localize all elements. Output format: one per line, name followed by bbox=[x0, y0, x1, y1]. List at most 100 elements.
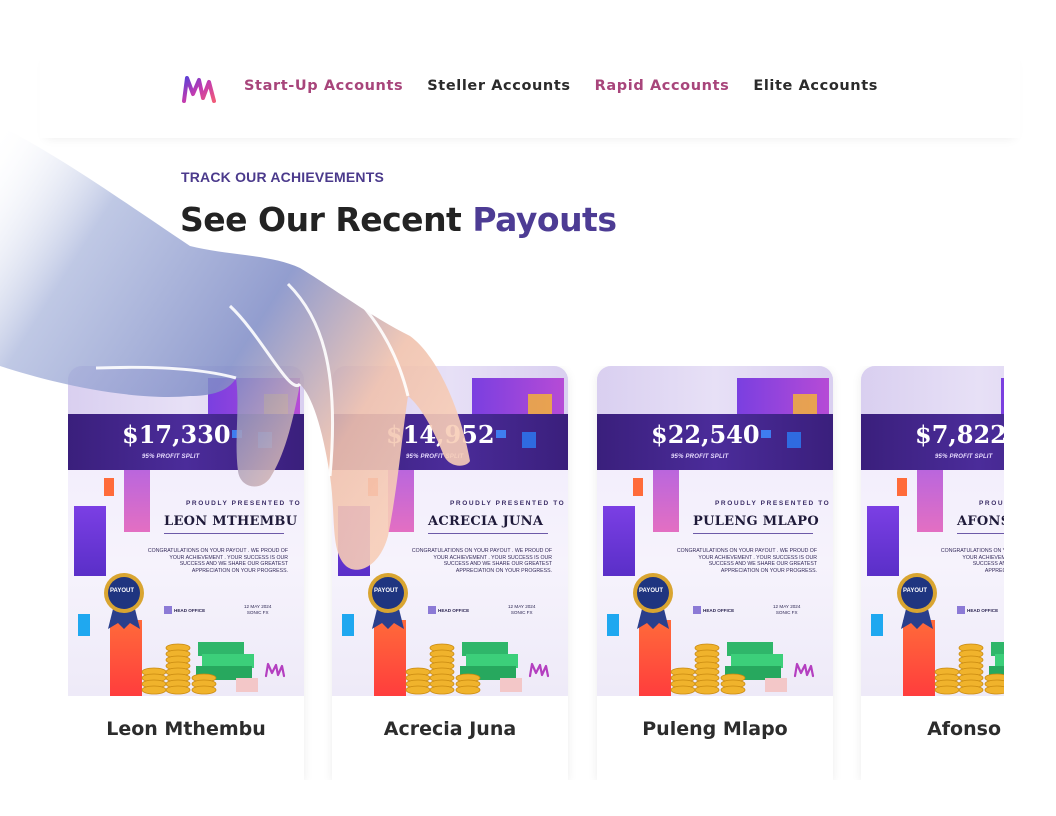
certificate-top-strip bbox=[861, 366, 1004, 414]
brand-logo-small-icon bbox=[793, 662, 815, 678]
payout-certified-badge-icon bbox=[104, 573, 144, 629]
certificate-deco-block bbox=[496, 430, 506, 438]
certificate-deco-block bbox=[368, 478, 378, 496]
certificate-deco-block bbox=[1001, 378, 1004, 414]
certificate-deco-block bbox=[164, 606, 172, 614]
nav-link-steller-accounts[interactable]: Steller Accounts bbox=[427, 78, 570, 94]
brand-logo-icon[interactable] bbox=[181, 74, 217, 104]
certificate-orange-bar bbox=[374, 620, 406, 696]
certificate-date: 12 MAY 2024 SONIC FX bbox=[244, 604, 271, 616]
certificate-date-sub: SONIC FX bbox=[775, 610, 798, 615]
certificate-deco-block bbox=[633, 478, 643, 496]
certificate-body-text: CONGRATULATIONS ON YOUR PAYOUT . WE PROU… bbox=[147, 548, 288, 574]
certificate-date-sub: SONIC FX bbox=[246, 610, 269, 615]
card-recipient-name: Acrecia Juna bbox=[383, 718, 517, 740]
coins-and-cash-illustration bbox=[934, 642, 1004, 695]
certificate-deco-block bbox=[388, 470, 414, 532]
brand-logo-small-icon bbox=[264, 662, 286, 678]
certificate-deco-block bbox=[787, 432, 801, 448]
certificate-deco-block bbox=[232, 430, 242, 438]
certificate-divider bbox=[428, 533, 548, 534]
certificate-profit-split: 95% PROFIT SPLIT bbox=[671, 454, 729, 460]
brand-logo-small-icon bbox=[528, 662, 550, 678]
certificate-profit-split: 95% PROFIT SPLIT bbox=[142, 454, 200, 460]
certificate-deco-block bbox=[871, 614, 883, 636]
certificate-deco-block bbox=[258, 432, 272, 448]
payout-certified-badge-icon bbox=[897, 573, 937, 629]
certificate-body-text: CONGRATULATIONS ON YOUR PAYOUT . WE PROU… bbox=[940, 548, 1004, 574]
nav-link-rapid-accounts[interactable]: Rapid Accounts bbox=[595, 78, 730, 94]
coins-and-cash-illustration bbox=[405, 642, 522, 695]
certificate-deco-block bbox=[603, 506, 635, 576]
payout-carousel[interactable]: $17,330 95% PROFIT SPLIT PROUDLY PRESENT… bbox=[68, 366, 1004, 780]
certificate-deco-block bbox=[653, 470, 679, 532]
certificate-signature-label: HEAD OFFICE bbox=[967, 608, 999, 613]
certificate-date-sub: SONIC FX bbox=[510, 610, 533, 615]
nav-links: Start-Up Accounts Steller Accounts Rapid… bbox=[244, 78, 878, 94]
title-plain: See Our Recent bbox=[180, 200, 473, 239]
badge-label: PAYOUT bbox=[639, 588, 664, 594]
certificate-presented-to: PROUDLY PRESENTED TO bbox=[979, 500, 1004, 507]
coins-and-cash-illustration bbox=[141, 642, 258, 695]
certificate-signature-label: HEAD OFFICE bbox=[174, 608, 206, 613]
certificate-deco-block bbox=[867, 506, 899, 576]
certificate-deco-block bbox=[78, 614, 90, 636]
certificate-recipient-name: PULENG MLAPO bbox=[693, 514, 819, 529]
certificate-amount: $17,330 bbox=[122, 420, 231, 449]
certificate-divider bbox=[693, 533, 813, 534]
certificate-deco-block bbox=[761, 430, 771, 438]
title-highlight: Payouts bbox=[472, 200, 617, 239]
certificate-deco-block bbox=[522, 432, 536, 448]
badge-label: PAYOUT bbox=[903, 588, 928, 594]
payout-certified-badge-icon bbox=[368, 573, 408, 629]
certificate-divider bbox=[164, 533, 284, 534]
certificate-recipient-name: AFONS bbox=[957, 514, 1004, 529]
payout-certificate-image: $22,540 95% PROFIT SPLIT PROUDLY PRESENT… bbox=[597, 366, 833, 696]
certificate-orange-bar bbox=[110, 620, 142, 696]
card-recipient-name: Afonso Pr bbox=[927, 718, 1004, 740]
certificate-body-text: CONGRATULATIONS ON YOUR PAYOUT . WE PROU… bbox=[676, 548, 817, 574]
nav-link-elite-accounts[interactable]: Elite Accounts bbox=[753, 78, 878, 94]
certificate-signature-label: HEAD OFFICE bbox=[703, 608, 735, 613]
section-title: See Our Recent Payouts bbox=[180, 200, 617, 239]
payout-certificate-image: $7,822 95% PROFIT SPLIT PROUDLY PRESENTE… bbox=[861, 366, 1004, 696]
payout-card[interactable]: $22,540 95% PROFIT SPLIT PROUDLY PRESENT… bbox=[597, 366, 833, 780]
certificate-deco-block bbox=[104, 478, 114, 496]
payout-card[interactable]: $17,330 95% PROFIT SPLIT PROUDLY PRESENT… bbox=[68, 366, 304, 780]
nav-link-startup-accounts[interactable]: Start-Up Accounts bbox=[244, 78, 403, 94]
certificate-recipient-name: LEON MTHEMBU bbox=[164, 514, 298, 529]
certificate-presented-to: PROUDLY PRESENTED TO bbox=[715, 500, 831, 507]
coins-and-cash-illustration bbox=[670, 642, 787, 695]
certificate-profit-split: 95% PROFIT SPLIT bbox=[935, 454, 993, 460]
certificate-presented-to: PROUDLY PRESENTED TO bbox=[450, 500, 566, 507]
payout-certificate-image: $14,952 95% PROFIT SPLIT PROUDLY PRESENT… bbox=[332, 366, 568, 696]
certificate-signature-label: HEAD OFFICE bbox=[438, 608, 470, 613]
payout-certified-badge-icon bbox=[633, 573, 673, 629]
payout-card[interactable]: $14,952 95% PROFIT SPLIT PROUDLY PRESENT… bbox=[332, 366, 568, 780]
certificate-recipient-name: ACRECIA JUNA bbox=[428, 514, 544, 529]
certificate-deco-block bbox=[917, 470, 943, 532]
certificate-amount: $22,540 bbox=[651, 420, 760, 449]
certificate-divider bbox=[957, 533, 1004, 534]
certificate-deco-block bbox=[124, 470, 150, 532]
certificate-body-text: CONGRATULATIONS ON YOUR PAYOUT . WE PROU… bbox=[411, 548, 552, 574]
certificate-date: 12 MAY 2024 SONIC FX bbox=[508, 604, 535, 616]
certificate-profit-split: 95% PROFIT SPLIT bbox=[406, 454, 464, 460]
certificate-amount: $7,822 bbox=[915, 420, 1004, 449]
certificate-deco-block bbox=[428, 606, 436, 614]
certificate-deco-block bbox=[338, 506, 370, 576]
certificate-presented-to: PROUDLY PRESENTED TO bbox=[186, 500, 302, 507]
certificate-date: 12 MAY 2024 SONIC FX bbox=[773, 604, 800, 616]
certificate-deco-block bbox=[74, 506, 106, 576]
top-navigation: Start-Up Accounts Steller Accounts Rapid… bbox=[40, 50, 1020, 138]
certificate-orange-bar bbox=[639, 620, 671, 696]
payout-card[interactable]: $7,822 95% PROFIT SPLIT PROUDLY PRESENTE… bbox=[861, 366, 1004, 780]
certificate-deco-block bbox=[693, 606, 701, 614]
card-recipient-name: Puleng Mlapo bbox=[642, 718, 788, 740]
certificate-deco-block bbox=[957, 606, 965, 614]
certificate-deco-block bbox=[607, 614, 619, 636]
certificate-amount: $14,952 bbox=[386, 420, 495, 449]
section-eyebrow: TRACK OUR ACHIEVEMENTS bbox=[181, 169, 384, 185]
badge-label: PAYOUT bbox=[374, 588, 399, 594]
certificate-orange-bar bbox=[903, 620, 935, 696]
